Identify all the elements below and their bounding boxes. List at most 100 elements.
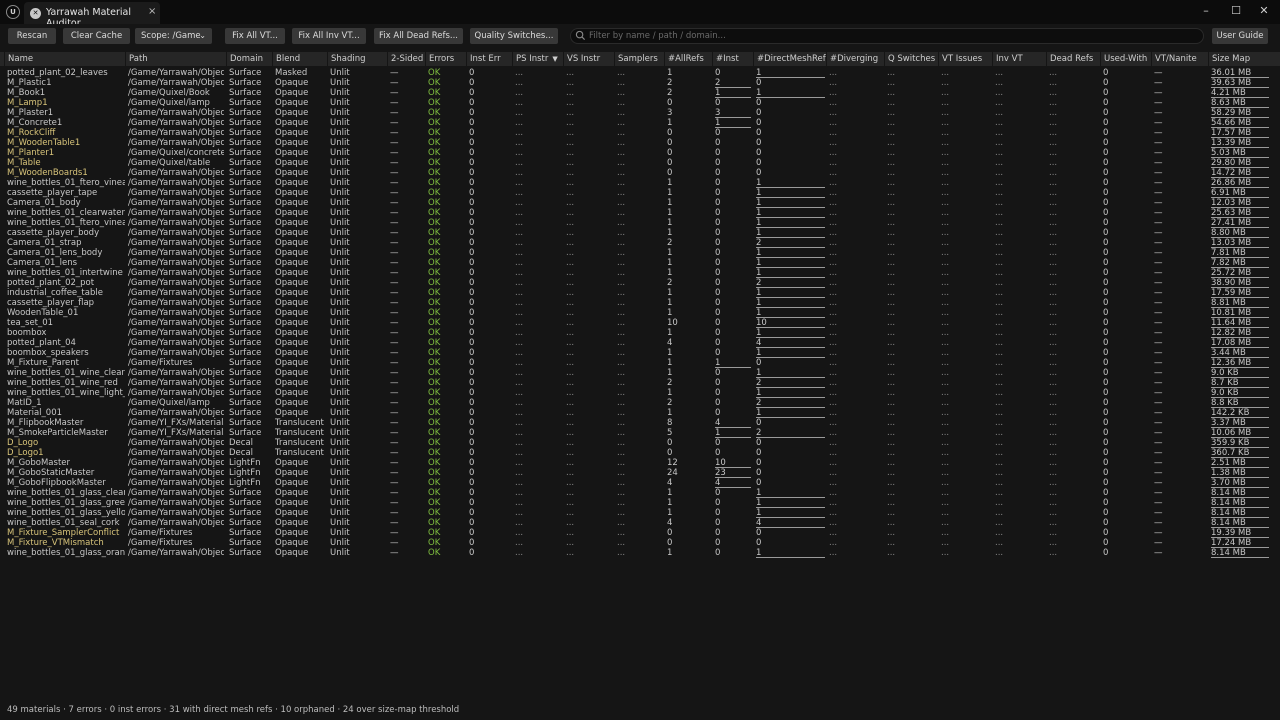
- table-row[interactable]: wine_bottles_01_intertwine/Game/Yarrawah…: [0, 268, 1280, 278]
- table-row[interactable]: M_RockCliff/Game/Yarrawah/Objects Surface…: [0, 128, 1280, 138]
- fix-all-vt-button[interactable]: Fix All VT...: [225, 28, 285, 44]
- table-row[interactable]: boombox/Game/Yarrawah/Objects Surface Opaq…: [0, 328, 1280, 338]
- cell-inst: 0: [715, 248, 721, 258]
- cell-inst_err: 0: [469, 318, 475, 328]
- cell-invvt: ...: [995, 328, 1004, 338]
- table-row[interactable]: M_FlipbookMaster/Game/YI_FXs/Materials Su…: [0, 418, 1280, 428]
- table-row[interactable]: M_WoodenTable1/Game/Yarrawah/Objects Surf…: [0, 138, 1280, 148]
- table-row[interactable]: wine_bottles_01_seal_cork/Game/Yarrawah/…: [0, 518, 1280, 528]
- clear-cache-button[interactable]: Clear Cache: [63, 28, 130, 44]
- table-row[interactable]: M_Fixture_SamplerConflict/Game/Fixtures S…: [0, 528, 1280, 538]
- column-header-name[interactable]: Name: [4, 52, 126, 66]
- cell-vs: ...: [566, 258, 575, 268]
- quality-switches-button[interactable]: Quality Switches...: [470, 28, 558, 44]
- minimize-icon[interactable]: –: [1196, 3, 1216, 19]
- column-header-deadrefs[interactable]: Dead Refs: [1046, 52, 1100, 66]
- column-header-blend[interactable]: Blend: [272, 52, 327, 66]
- table-row[interactable]: M_WoodenBoards1/Game/Yarrawah/Objects Sur…: [0, 168, 1280, 178]
- column-header-qsw[interactable]: Q Switches: [884, 52, 938, 66]
- table-row[interactable]: wine_bottles_01_glass_orange/Game/Yarraw…: [0, 548, 1280, 558]
- table-row[interactable]: cassette_player_flap/Game/Yarrawah/Objec…: [0, 298, 1280, 308]
- column-header-samplers[interactable]: Samplers: [614, 52, 664, 66]
- cell-shading: Unlit: [330, 518, 350, 528]
- table-row[interactable]: wine_bottles_01_wine_light_re/Game/Yarra…: [0, 388, 1280, 398]
- rescan-button[interactable]: Rescan: [8, 28, 56, 44]
- column-header-diverging[interactable]: #Diverging: [826, 52, 884, 66]
- filter-input[interactable]: [589, 29, 1189, 43]
- column-header-all[interactable]: #AllRefs: [664, 52, 712, 66]
- user-guide-button[interactable]: User Guide: [1212, 28, 1268, 44]
- table-row[interactable]: potted_plant_04/Game/Yarrawah/Objects Sur…: [0, 338, 1280, 348]
- fix-all-inv-vt-button[interactable]: Fix All Inv VT...: [292, 28, 366, 44]
- tab-material-auditor[interactable]: ✕ Yarrawah Material Auditor ×: [24, 2, 160, 29]
- table-row[interactable]: wine_bottles_01_glass_green/Game/Yarrawa…: [0, 498, 1280, 508]
- column-header-ps[interactable]: PS Instr ▼: [512, 52, 563, 66]
- table-row[interactable]: M_Planter1/Game/Quixel/concrete_planter S…: [0, 148, 1280, 158]
- column-header-path[interactable]: Path: [125, 52, 225, 66]
- table-row[interactable]: wine_bottles_01_glass_yellow/Game/Yarraw…: [0, 508, 1280, 518]
- table-row[interactable]: D_Logo1/Game/Yarrawah/Objects Decal Transl…: [0, 448, 1280, 458]
- fix-all-dead-refs-button[interactable]: Fix All Dead Refs...: [374, 28, 463, 44]
- table-row[interactable]: M_Fixture_VTMismatch/Game/Fixtures Surfac…: [0, 538, 1280, 548]
- cell-shading: Unlit: [330, 218, 350, 228]
- table-row[interactable]: M_GoboMaster/Game/Yarrawah/Objects LightF…: [0, 458, 1280, 468]
- table-row[interactable]: Camera_01_strap/Game/Yarrawah/Objects Sur…: [0, 238, 1280, 248]
- table-row[interactable]: M_SmokeParticleMaster/Game/YI_FXs/Materi…: [0, 428, 1280, 438]
- cell-domain: Surface: [229, 318, 262, 328]
- column-header-vtnanite[interactable]: VT/Nanite: [1151, 52, 1208, 66]
- column-header-errors[interactable]: Errors: [425, 52, 466, 66]
- table-row[interactable]: wine_bottles_01_clearwater/Game/Yarrawah…: [0, 208, 1280, 218]
- table-row[interactable]: M_Table/Game/Quixel/table Surface Opaque Un…: [0, 158, 1280, 168]
- table-row[interactable]: industrial_coffee_table/Game/Yarrawah/Ob…: [0, 288, 1280, 298]
- unreal-logo-icon[interactable]: U: [6, 5, 20, 19]
- table-row[interactable]: wine_bottles_01_wine_clear/Game/Yarrawah…: [0, 368, 1280, 378]
- cell-usedwith: 0: [1103, 538, 1109, 548]
- maximize-icon[interactable]: ☐: [1226, 3, 1246, 19]
- cell-blend: Opaque: [275, 478, 309, 488]
- table-row[interactable]: Camera_01_body/Game/Yarrawah/Objects Surf…: [0, 198, 1280, 208]
- tab-close-icon[interactable]: ×: [148, 6, 156, 17]
- table-row[interactable]: wine_bottles_01_ftero_vinea_0/Game/Yarra…: [0, 178, 1280, 188]
- table-row[interactable]: wine_bottles_01_wine_red/Game/Yarrawah/O…: [0, 378, 1280, 388]
- table-row[interactable]: M_Book1/Game/Quixel/Book Surface Opaque Unl…: [0, 88, 1280, 98]
- table-row[interactable]: MatID_1/Game/Quixel/lamp Surface Opaque Unl…: [0, 398, 1280, 408]
- column-header-vs[interactable]: VS Instr: [563, 52, 614, 66]
- cell-invvt: ...: [995, 378, 1004, 388]
- table-row[interactable]: M_Lamp1/Game/Quixel/lamp Surface Opaque Unl…: [0, 98, 1280, 108]
- table-row[interactable]: boombox_speakers/Game/Yarrawah/Objects Su…: [0, 348, 1280, 358]
- table-row[interactable]: potted_plant_02_pot/Game/Yarrawah/Object…: [0, 278, 1280, 288]
- cell-invvt: ...: [995, 338, 1004, 348]
- table-row[interactable]: potted_plant_02_leaves/Game/Yarrawah/Obj…: [0, 68, 1280, 78]
- column-header-shading[interactable]: Shading: [327, 52, 387, 66]
- table-row[interactable]: D_Logo/Game/Yarrawah/Objects Decal Translu…: [0, 438, 1280, 448]
- column-header-domain[interactable]: Domain: [226, 52, 272, 66]
- column-header-size[interactable]: Size Map: [1208, 52, 1274, 66]
- table-row[interactable]: M_GoboStaticMaster/Game/Yarrawah/Objects…: [0, 468, 1280, 478]
- column-header-inst[interactable]: #Inst: [712, 52, 753, 66]
- cell-diverging: ...: [829, 448, 838, 458]
- column-header-two_sided[interactable]: 2-Sided: [387, 52, 425, 66]
- table-row[interactable]: M_Concrete1/Game/Yarrawah/Objects Surface…: [0, 118, 1280, 128]
- table-row[interactable]: M_Fixture_Parent/Game/Fixtures Surface Opa…: [0, 358, 1280, 368]
- table-row[interactable]: M_Plastic1/Game/Yarrawah/Objects Surface O…: [0, 78, 1280, 88]
- column-header-inst_err[interactable]: Inst Err: [466, 52, 512, 66]
- cell-all: 0: [667, 168, 673, 178]
- column-header-invvt[interactable]: Inv VT: [992, 52, 1046, 66]
- close-window-icon[interactable]: ✕: [1254, 3, 1274, 19]
- table-row[interactable]: Material_001/Game/Yarrawah/Objects Surfac…: [0, 408, 1280, 418]
- column-header-vtissues[interactable]: VT Issues: [938, 52, 992, 66]
- filter-box[interactable]: [570, 28, 1204, 44]
- table-row[interactable]: cassette_player_body/Game/Yarrawah/Objec…: [0, 228, 1280, 238]
- table-row[interactable]: Camera_01_lens_body/Game/Yarrawah/Object…: [0, 248, 1280, 258]
- column-header-direct[interactable]: #DirectMeshRefs: [753, 52, 826, 66]
- table-row[interactable]: Camera_01_lens/Game/Yarrawah/Objects Surf…: [0, 258, 1280, 268]
- table-row[interactable]: wine_bottles_01_glass_clear/Game/Yarrawa…: [0, 488, 1280, 498]
- table-row[interactable]: WoodenTable_01/Game/Yarrawah/Objects Surf…: [0, 308, 1280, 318]
- table-row[interactable]: M_Plaster1/Game/Yarrawah/Objects Surface O…: [0, 108, 1280, 118]
- table-row[interactable]: wine_bottles_01_ftero_vinea_0/Game/Yarra…: [0, 218, 1280, 228]
- table-row[interactable]: M_GoboFlipbookMaster/Game/Yarrawah/Objec…: [0, 478, 1280, 488]
- table-row[interactable]: cassette_player_tape/Game/Yarrawah/Objec…: [0, 188, 1280, 198]
- column-header-usedwith[interactable]: Used-With: [1100, 52, 1151, 66]
- scope-dropdown[interactable]: Scope: /Game ⌄: [135, 28, 212, 44]
- table-row[interactable]: tea_set_01/Game/Yarrawah/Objects Surface O…: [0, 318, 1280, 328]
